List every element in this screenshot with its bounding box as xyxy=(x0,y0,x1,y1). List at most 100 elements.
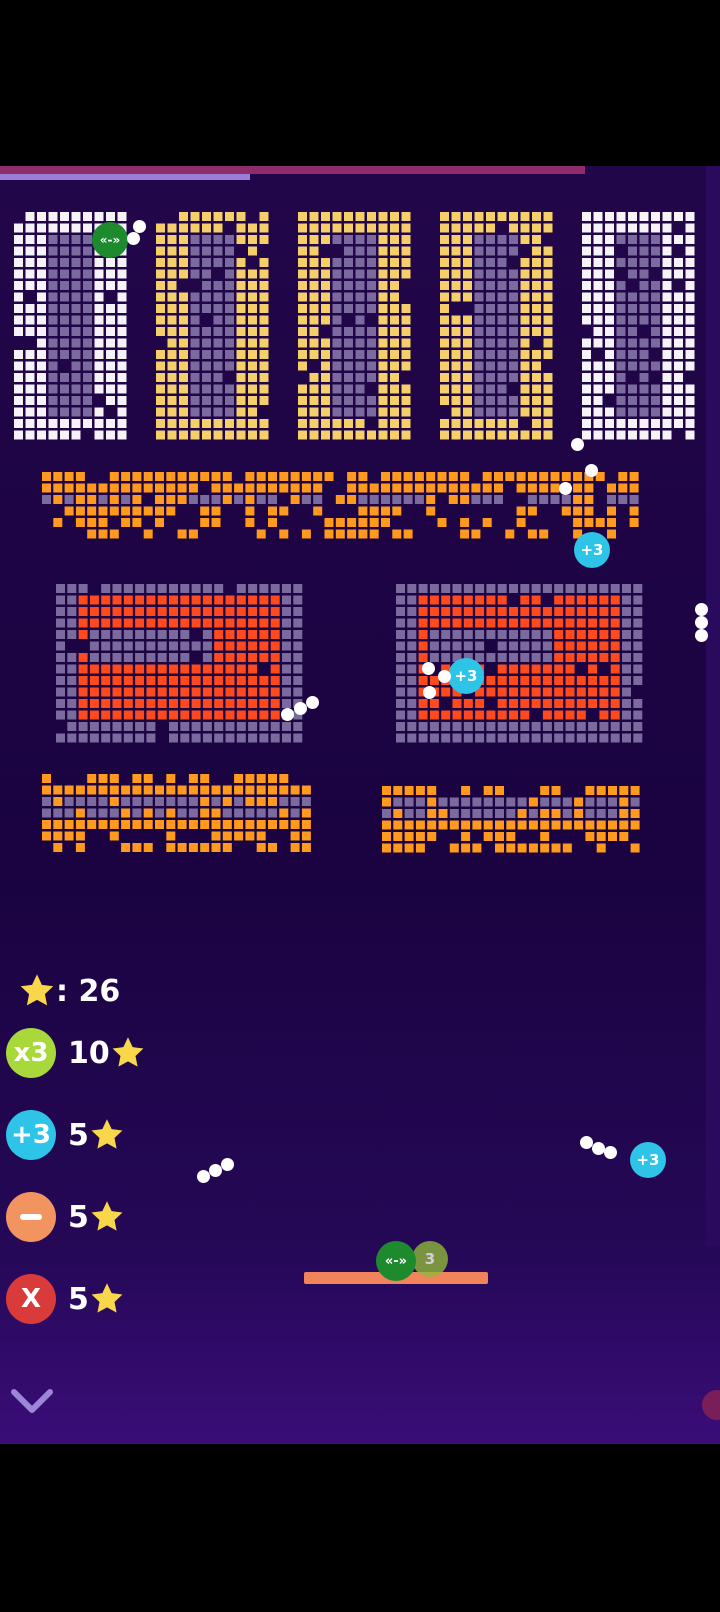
brick xyxy=(123,676,133,685)
brick xyxy=(463,281,472,290)
brick xyxy=(605,338,614,348)
corner-button[interactable] xyxy=(702,1390,720,1420)
brick xyxy=(472,820,482,830)
brick xyxy=(167,281,177,290)
powerup-multiply[interactable]: x3 10 xyxy=(6,1028,146,1078)
brick xyxy=(622,641,631,651)
brick xyxy=(367,212,376,221)
brick xyxy=(190,396,200,405)
brick xyxy=(531,584,541,593)
brick xyxy=(248,722,258,731)
brick xyxy=(225,687,235,697)
brick xyxy=(106,430,115,440)
brick xyxy=(146,733,156,743)
brick xyxy=(188,785,198,795)
brick xyxy=(169,618,178,628)
ball xyxy=(695,603,708,616)
powerup-shrink[interactable]: 5 xyxy=(6,1192,125,1242)
brick xyxy=(236,630,246,639)
brick xyxy=(347,472,357,481)
brick xyxy=(259,710,269,720)
brick xyxy=(98,797,108,806)
brick xyxy=(56,710,65,720)
brick xyxy=(268,797,277,806)
brick xyxy=(401,315,411,325)
brick xyxy=(56,733,65,743)
brick xyxy=(167,327,177,336)
brick xyxy=(188,797,198,806)
brick xyxy=(98,495,108,504)
shrink-cost: 5 xyxy=(68,1199,125,1235)
brick xyxy=(520,664,530,674)
brick xyxy=(56,676,65,685)
brick xyxy=(190,430,200,440)
brick xyxy=(685,350,695,359)
brick xyxy=(222,808,232,818)
brick xyxy=(418,584,428,593)
brick xyxy=(245,506,255,516)
brick xyxy=(429,595,439,605)
powerup-clear[interactable]: X 5 xyxy=(6,1274,125,1324)
brick xyxy=(674,384,683,394)
brick xyxy=(633,607,643,616)
brick xyxy=(132,843,142,852)
shrink-powerup-icon[interactable] xyxy=(6,1192,56,1242)
brick xyxy=(309,223,319,233)
brick xyxy=(509,630,518,639)
brick xyxy=(157,584,167,593)
brick xyxy=(156,246,165,256)
brick xyxy=(248,607,258,616)
clear-powerup-icon[interactable]: X xyxy=(6,1274,56,1324)
brick xyxy=(593,212,603,221)
brick xyxy=(605,269,614,279)
brick xyxy=(596,843,606,853)
brick xyxy=(213,430,223,440)
brick xyxy=(596,820,606,830)
brick xyxy=(298,281,307,290)
brick xyxy=(390,338,399,348)
brick xyxy=(451,338,461,348)
brick xyxy=(332,212,342,221)
brick xyxy=(486,407,495,417)
brick xyxy=(543,223,553,233)
brick xyxy=(309,315,319,325)
game-field[interactable]: : 26 x3 10 +3 5 5 X 5 3 «-» «-» +3 +3 +3 xyxy=(0,166,720,1444)
brick xyxy=(298,269,307,279)
brick xyxy=(143,774,153,783)
brick xyxy=(390,235,399,244)
brick xyxy=(517,809,527,818)
powerup-plus[interactable]: +3 5 xyxy=(6,1110,125,1160)
brick xyxy=(599,676,609,685)
plus-powerup-icon[interactable]: +3 xyxy=(6,1110,56,1160)
brick xyxy=(561,495,571,504)
brick xyxy=(101,607,111,616)
brick xyxy=(605,350,614,359)
brick xyxy=(607,483,616,493)
brick xyxy=(64,506,74,516)
brick xyxy=(48,327,58,336)
brick xyxy=(494,483,503,493)
brick xyxy=(565,618,575,628)
brick xyxy=(301,797,311,806)
brick xyxy=(156,327,165,336)
brick xyxy=(441,653,451,662)
brick xyxy=(37,419,46,428)
brick xyxy=(132,808,142,818)
brick xyxy=(190,269,200,279)
chevron-down-icon[interactable] xyxy=(10,1386,54,1416)
brick xyxy=(509,327,518,336)
brick xyxy=(42,774,51,783)
brick xyxy=(48,350,58,359)
paddle-ghost-token: 3 xyxy=(412,1241,448,1277)
brick xyxy=(64,495,74,504)
brick xyxy=(14,281,23,290)
brick xyxy=(234,785,244,795)
brick xyxy=(588,722,598,731)
brick xyxy=(390,281,399,290)
brick xyxy=(290,483,300,493)
brick xyxy=(143,506,153,516)
brick xyxy=(532,384,541,394)
brick xyxy=(290,797,300,806)
multiply-powerup-icon[interactable]: x3 xyxy=(6,1028,56,1078)
brick xyxy=(355,338,365,348)
